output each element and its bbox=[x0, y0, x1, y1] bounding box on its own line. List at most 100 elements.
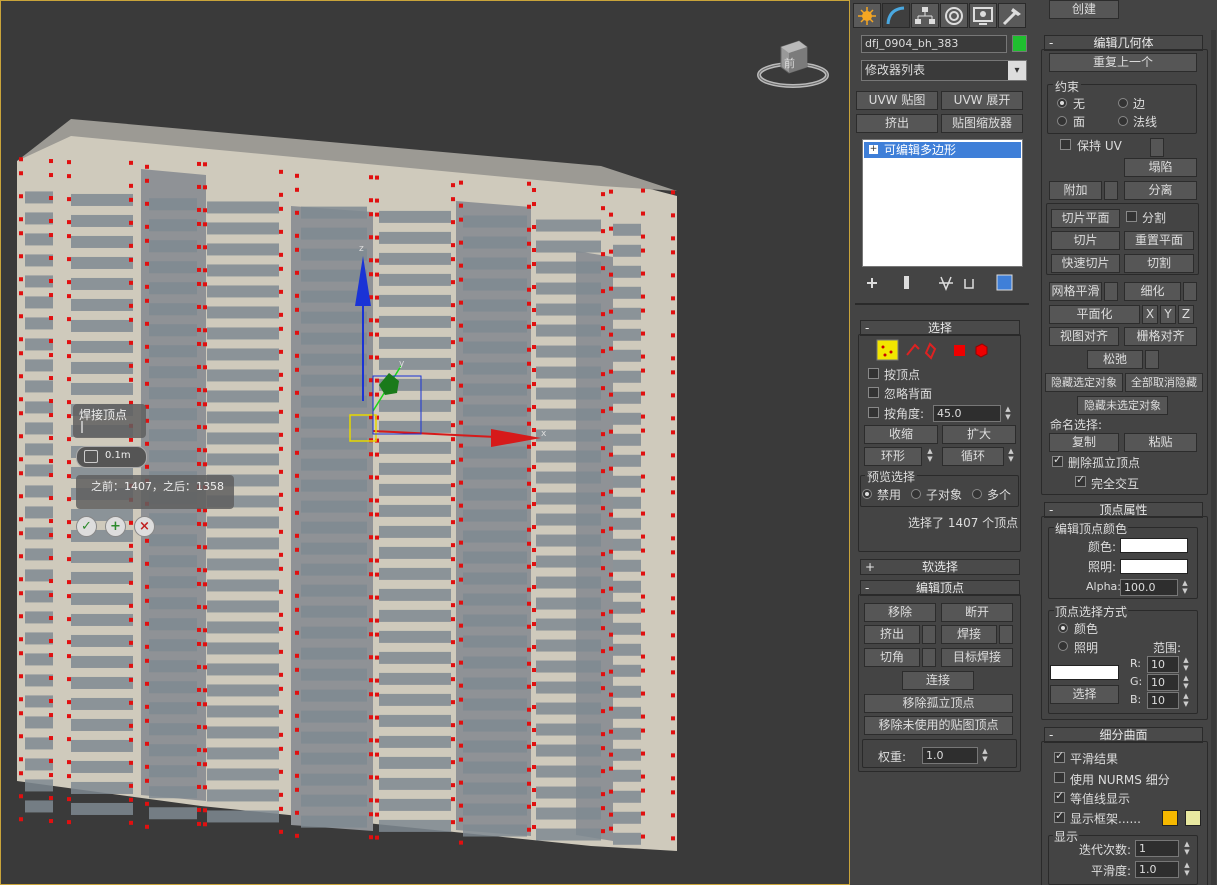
modifier-extrude-button[interactable]: 挤出 bbox=[856, 114, 938, 133]
remove-vertex-button[interactable]: 移除 bbox=[864, 603, 936, 622]
smoothness-arrows-icon[interactable]: ▲ ▼ bbox=[1182, 861, 1192, 878]
planar-y-button[interactable]: Y bbox=[1160, 305, 1176, 324]
planar-x-button[interactable]: X bbox=[1142, 305, 1158, 324]
chamfer-settings-button[interactable] bbox=[922, 648, 936, 667]
delete-isolated-checkbox[interactable] bbox=[1052, 453, 1063, 467]
shrink-button[interactable]: 收缩 bbox=[864, 425, 938, 444]
range-b-spinner[interactable]: 10 bbox=[1147, 692, 1179, 709]
full-interactivity-checkbox[interactable] bbox=[1075, 473, 1086, 487]
remove-isolated-vertices-button[interactable]: 移除孤立顶点 bbox=[864, 694, 1013, 713]
tessellate-button[interactable]: 细化 bbox=[1124, 282, 1181, 301]
smoothness-spinner[interactable]: 1.0 bbox=[1135, 861, 1179, 878]
iterations-arrows-icon[interactable]: ▲ ▼ bbox=[1182, 840, 1192, 857]
extrude-settings-button[interactable] bbox=[922, 625, 936, 644]
tab-motion[interactable] bbox=[940, 3, 968, 28]
loop-spinner-icon[interactable]: ▲ ▼ bbox=[1006, 447, 1016, 464]
hide-selected-button[interactable]: 隐藏选定对象 bbox=[1045, 373, 1123, 392]
extrude-vertex-button[interactable]: 挤出 bbox=[864, 625, 920, 644]
target-weld-button[interactable]: 目标焊接 bbox=[941, 648, 1013, 667]
caddy-ok-button[interactable]: ✓ bbox=[76, 516, 97, 537]
range-r-arrows-icon[interactable]: ▲ ▼ bbox=[1181, 656, 1191, 673]
grid-align-button[interactable]: 栅格对齐 bbox=[1124, 327, 1197, 346]
by-vertex-checkbox[interactable] bbox=[868, 368, 879, 379]
modifier-uvw-map-button[interactable]: UVW 贴图 bbox=[856, 91, 938, 110]
remove-unused-map-verts-button[interactable]: 移除未使用的贴图顶点 bbox=[864, 716, 1013, 735]
constraint-face-radio[interactable] bbox=[1057, 116, 1067, 126]
chamfer-vertex-button[interactable]: 切角 bbox=[864, 648, 920, 667]
use-nurms-checkbox[interactable] bbox=[1054, 772, 1065, 783]
show-cage-checkbox[interactable] bbox=[1054, 809, 1065, 823]
modifier-map-scaler-button[interactable]: 贴图缩放器 bbox=[941, 114, 1023, 133]
range-r-spinner[interactable]: 10 bbox=[1147, 656, 1179, 673]
rollout-soft-selection-header[interactable]: + 软选择 bbox=[860, 559, 1020, 575]
slice-button[interactable]: 切片 bbox=[1051, 231, 1120, 250]
meshsmooth-button[interactable]: 网格平滑 bbox=[1049, 282, 1102, 301]
meshsmooth-settings-button[interactable] bbox=[1104, 282, 1118, 301]
modifier-stack[interactable]: + 可编辑多边形 bbox=[862, 139, 1023, 267]
object-name-input[interactable]: dfj_0904_bh_383 bbox=[861, 35, 1007, 53]
ring-button[interactable]: 环形 bbox=[864, 447, 922, 466]
vertex-illum-swatch[interactable] bbox=[1120, 559, 1188, 574]
weight-spinner-arrows-icon[interactable]: ▲ ▼ bbox=[980, 747, 990, 764]
isoline-display-checkbox[interactable] bbox=[1054, 789, 1065, 803]
weld-threshold-field[interactable]: 0.1m bbox=[76, 446, 147, 468]
constraint-normal-radio[interactable] bbox=[1118, 116, 1128, 126]
attach-list-button[interactable] bbox=[1104, 181, 1118, 200]
by-angle-checkbox[interactable] bbox=[868, 407, 879, 418]
select-by-illum-radio[interactable] bbox=[1058, 641, 1068, 651]
range-g-spinner[interactable]: 10 bbox=[1147, 674, 1179, 691]
panel-scrollbar[interactable] bbox=[1211, 30, 1216, 885]
configure-sets-icon[interactable] bbox=[996, 274, 1013, 291]
expand-plus-icon[interactable]: + bbox=[869, 145, 878, 154]
iterations-spinner[interactable]: 1 bbox=[1135, 840, 1179, 857]
preview-disable-radio[interactable] bbox=[862, 489, 872, 499]
preserve-uv-checkbox[interactable] bbox=[1060, 139, 1071, 150]
caddy-cancel-button[interactable]: × bbox=[134, 516, 155, 537]
make-unique-icon[interactable] bbox=[939, 276, 953, 291]
ignore-backfacing-checkbox[interactable] bbox=[868, 387, 879, 398]
constraint-none-radio[interactable] bbox=[1057, 98, 1067, 108]
cut-button[interactable]: 切割 bbox=[1124, 254, 1194, 273]
angle-spinner[interactable]: 45.0 bbox=[933, 405, 1001, 422]
preserve-uv-settings-button[interactable] bbox=[1150, 138, 1164, 157]
weld-vertex-button[interactable]: 焊接 bbox=[941, 625, 997, 644]
stack-item-editable-poly[interactable]: + 可编辑多边形 bbox=[864, 142, 1021, 158]
planar-z-button[interactable]: Z bbox=[1178, 305, 1194, 324]
edge-level-icon[interactable] bbox=[906, 343, 920, 356]
split-checkbox[interactable] bbox=[1126, 211, 1137, 222]
cage-color-swatch-2[interactable] bbox=[1185, 810, 1201, 826]
connect-vertex-button[interactable]: 连接 bbox=[902, 671, 974, 690]
quick-slice-button[interactable]: 快速切片 bbox=[1051, 254, 1120, 273]
border-level-icon[interactable] bbox=[924, 342, 937, 360]
hide-unselected-button[interactable]: 隐藏未选定对象 bbox=[1077, 396, 1168, 415]
attach-button[interactable]: 附加 bbox=[1049, 181, 1102, 200]
loop-button[interactable]: 循环 bbox=[942, 447, 1004, 466]
cage-color-swatch-1[interactable] bbox=[1162, 810, 1178, 826]
remove-modifier-icon[interactable] bbox=[964, 279, 974, 289]
create-button[interactable]: 创建 bbox=[1049, 0, 1119, 19]
tab-utilities[interactable] bbox=[998, 3, 1026, 28]
copy-selection-button[interactable]: 复制 bbox=[1049, 433, 1119, 452]
tessellate-settings-button[interactable] bbox=[1183, 282, 1197, 301]
smooth-result-checkbox[interactable] bbox=[1054, 749, 1065, 763]
select-color-swatch[interactable] bbox=[1050, 665, 1119, 680]
ring-spinner-icon[interactable]: ▲ ▼ bbox=[925, 447, 935, 464]
element-level-icon[interactable] bbox=[975, 343, 988, 358]
make-planar-button[interactable]: 平面化 bbox=[1049, 305, 1140, 324]
reset-plane-button[interactable]: 重置平面 bbox=[1124, 231, 1194, 250]
collapse-button[interactable]: 塌陷 bbox=[1124, 158, 1197, 177]
tab-hierarchy[interactable] bbox=[911, 3, 939, 28]
show-end-result-icon[interactable] bbox=[904, 276, 909, 289]
preview-multi-radio[interactable] bbox=[972, 489, 982, 499]
spinner-arrows-icon[interactable]: ▲ ▼ bbox=[1003, 405, 1013, 422]
break-vertex-button[interactable]: 断开 bbox=[941, 603, 1013, 622]
tab-create[interactable] bbox=[853, 3, 881, 28]
detach-button[interactable]: 分离 bbox=[1124, 181, 1197, 200]
viewport-perspective[interactable]: z x y 前 焊接顶点 0.1m 之前：1407，之后：1358 ✓ + × bbox=[0, 0, 850, 885]
vertex-level-icon[interactable] bbox=[876, 339, 899, 361]
grow-button[interactable]: 扩大 bbox=[942, 425, 1016, 444]
polygon-level-icon[interactable] bbox=[954, 345, 965, 356]
object-color-swatch[interactable] bbox=[1012, 35, 1027, 52]
select-by-color-radio[interactable] bbox=[1058, 623, 1068, 633]
alpha-spinner[interactable]: 100.0 bbox=[1120, 579, 1178, 596]
